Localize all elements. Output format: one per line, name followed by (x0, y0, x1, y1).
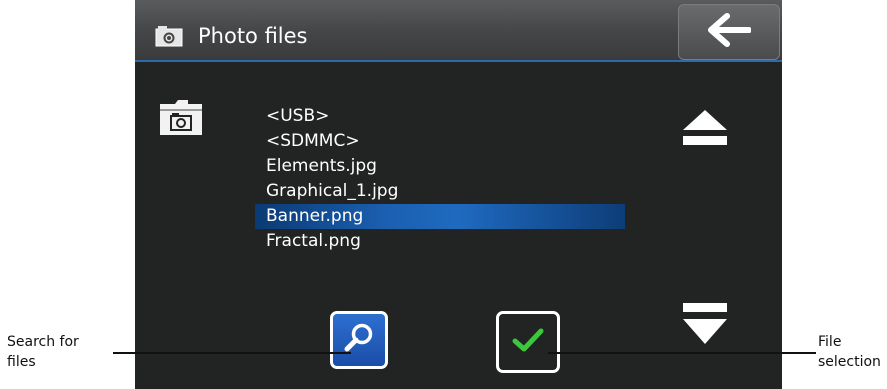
search-annotation-line2: files (7, 354, 36, 370)
list-item-elements[interactable]: Elements.jpg (255, 154, 625, 179)
selection-leader-line (548, 352, 816, 354)
search-annotation-line1: Search for (7, 334, 79, 350)
title-bar: Photo files (135, 0, 782, 62)
scroll-up-button[interactable] (681, 108, 729, 151)
camera-icon (155, 25, 183, 52)
arrow-left-icon (707, 12, 752, 52)
camera-folder-icon (159, 98, 203, 141)
list-item-fractal[interactable]: Fractal.png (255, 229, 625, 254)
eject-up-icon (683, 110, 727, 145)
select-file-button[interactable] (496, 311, 560, 373)
checkmark-icon (512, 327, 544, 358)
file-list: <USB> <SDMMC> Elements.jpg Graphical_1.j… (255, 104, 625, 254)
eject-down-icon (683, 303, 727, 344)
search-annotation: Search for files (7, 332, 87, 372)
selection-annotation-line1: File (818, 334, 842, 350)
scroll-down-button[interactable] (681, 302, 729, 351)
list-item-banner-selected[interactable]: Banner.png (255, 204, 625, 229)
device-screen: Photo files <USB> <SDMMC> Elements.jpg G… (135, 0, 782, 389)
back-button[interactable] (678, 4, 780, 60)
list-item-usb[interactable]: <USB> (255, 104, 625, 129)
search-button[interactable] (330, 311, 388, 369)
page-title: Photo files (198, 24, 308, 48)
list-item-graphical[interactable]: Graphical_1.jpg (255, 179, 625, 204)
selection-annotation: File selection (818, 332, 887, 372)
list-item-sdmmc[interactable]: <SDMMC> (255, 129, 625, 154)
selection-annotation-line2: selection (818, 354, 881, 370)
search-leader-line (113, 352, 351, 354)
